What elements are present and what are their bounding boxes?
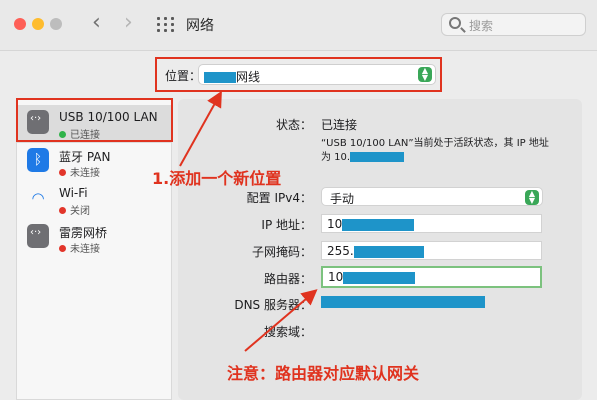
arrow-to-router [244, 289, 318, 352]
arrow-to-location [179, 90, 222, 167]
annotation-add-location: 1.添加一个新位置 [152, 169, 282, 188]
annotation-router-note: 注意：路由器对应默认网关 [227, 364, 420, 383]
annotation-arrows [179, 90, 318, 352]
